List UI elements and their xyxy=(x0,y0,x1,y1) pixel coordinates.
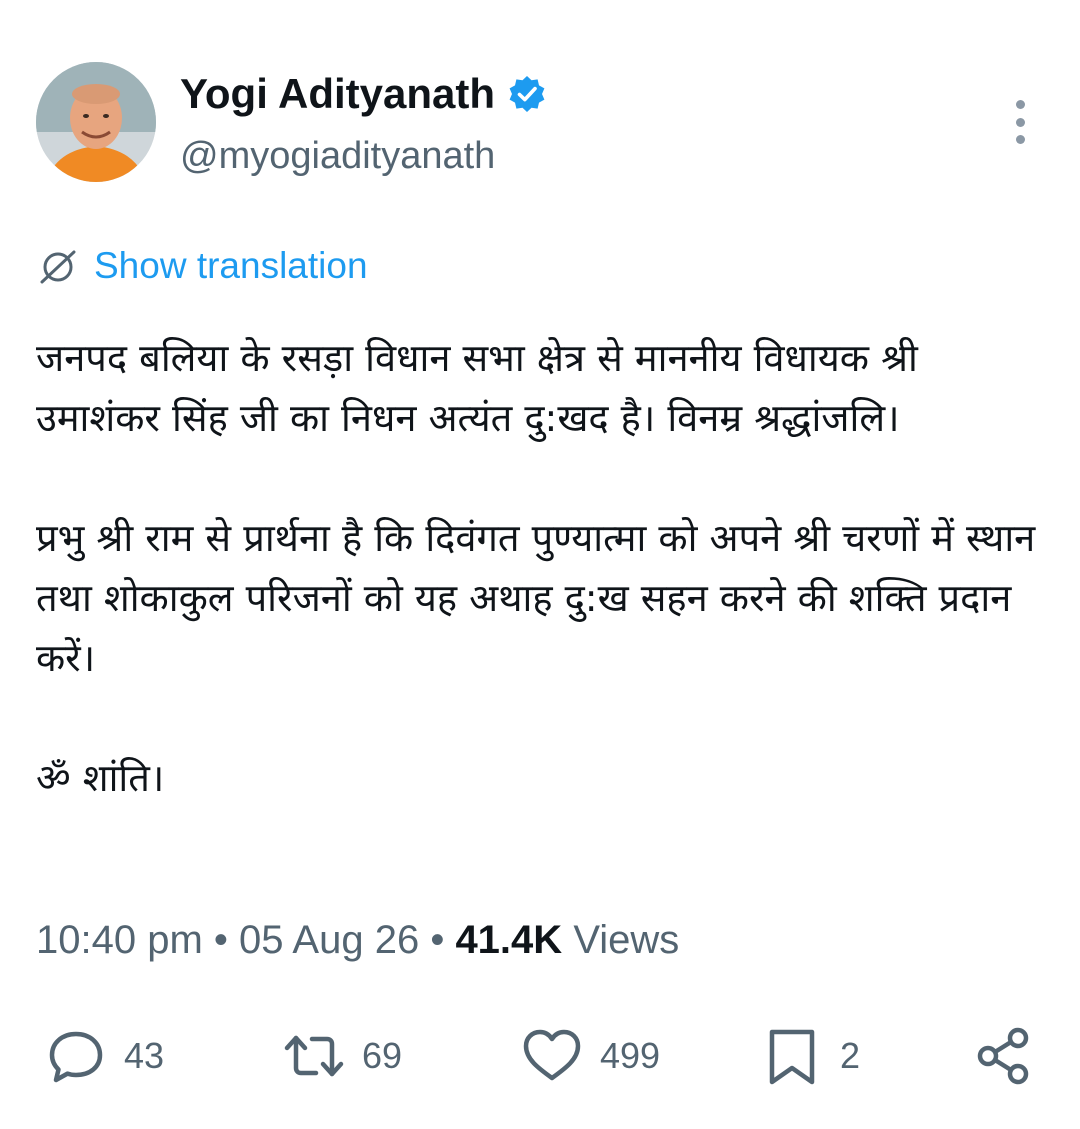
tweet-time[interactable]: 10:40 pm xyxy=(36,918,203,962)
reply-count: 43 xyxy=(124,1035,165,1076)
tweet-date[interactable]: 05 Aug 26 xyxy=(239,918,419,962)
tweet-text: जनपद बलिया के रसड़ा विधान सभा क्षेत्र से… xyxy=(36,328,1046,808)
bookmark-count: 2 xyxy=(840,1035,861,1076)
tweet-meta: 10:40 pm • 05 Aug 26 • 41.4K Views xyxy=(36,912,679,968)
globe-translate-icon xyxy=(40,250,76,284)
tweet-paragraph-2: प्रभु श्री राम से प्रार्थना है कि दिवंगत… xyxy=(36,516,1048,680)
show-translation-button[interactable]: Show translation xyxy=(36,242,368,290)
reply-button[interactable]: 43 xyxy=(44,1016,164,1096)
views-label[interactable]: Views xyxy=(573,918,679,962)
avatar[interactable] xyxy=(36,62,156,182)
repost-icon xyxy=(284,1035,344,1077)
tweet-paragraph-1: जनपद बलिया के रसड़ा विधान सभा क्षेत्र से… xyxy=(36,336,930,440)
meta-separator: • xyxy=(419,918,456,962)
author-name-row[interactable]: Yogi Adityanath xyxy=(180,68,547,120)
tweet-detail: Yogi Adityanath @myogiadityanath Show tr… xyxy=(0,0,1080,1129)
bookmark-button[interactable]: 2 xyxy=(760,1016,860,1096)
tweet-paragraph-3: ॐ शांति। xyxy=(36,756,165,800)
like-count: 499 xyxy=(600,1035,661,1076)
repost-button[interactable]: 69 xyxy=(282,1016,402,1096)
reply-icon xyxy=(49,1031,103,1083)
bookmark-icon xyxy=(769,1029,815,1085)
heart-icon xyxy=(523,1029,581,1081)
action-bar: 43 69 499 2 xyxy=(0,1016,1080,1096)
share-icon xyxy=(977,1027,1029,1085)
profile-photo-icon xyxy=(36,62,156,182)
author-handle[interactable]: @myogiadityanath xyxy=(180,132,495,180)
show-translation-label[interactable]: Show translation xyxy=(94,242,368,290)
repost-count: 69 xyxy=(362,1035,403,1076)
author-display-name[interactable]: Yogi Adityanath xyxy=(180,68,495,120)
share-button[interactable] xyxy=(972,1016,1036,1096)
more-options-icon[interactable] xyxy=(1000,100,1040,144)
views-count[interactable]: 41.4K xyxy=(455,918,562,962)
meta-separator: • xyxy=(202,918,240,962)
verified-badge-icon xyxy=(507,74,547,114)
like-button[interactable]: 499 xyxy=(520,1016,660,1096)
